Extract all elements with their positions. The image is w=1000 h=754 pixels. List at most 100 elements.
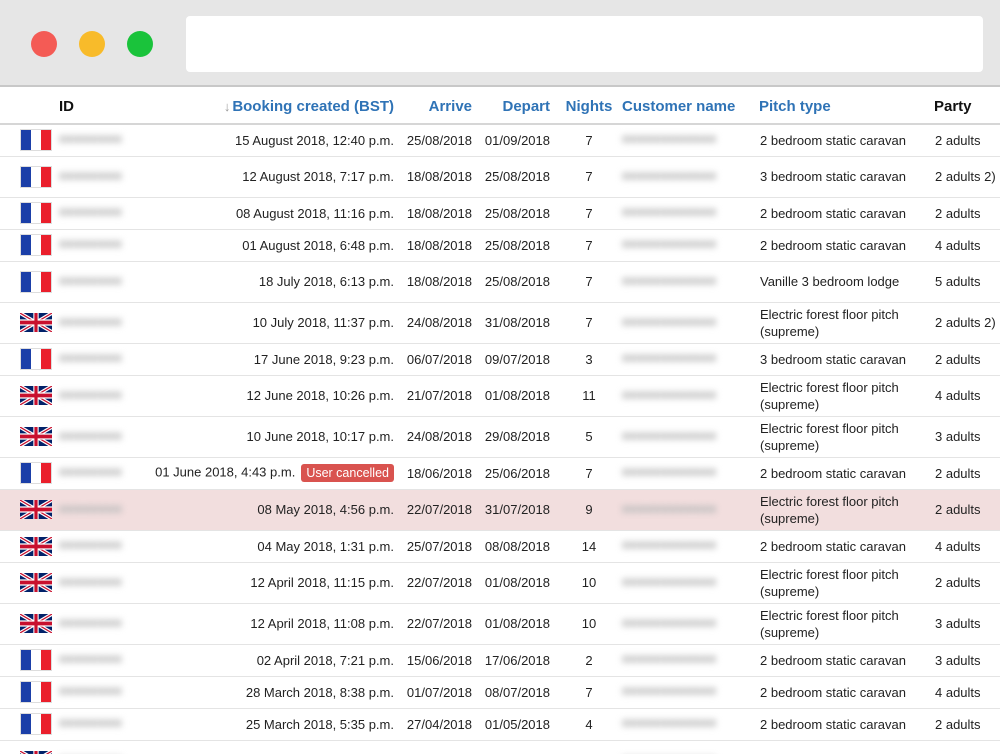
redacted-booking-id[interactable]: ■■■■■■■■ bbox=[59, 350, 122, 365]
redacted-customer-name[interactable]: ■■■■■■■■■■■■ bbox=[622, 651, 716, 666]
table-row[interactable]: ■■■■■■■■ 12 April 2018, 11:08 p.m. 22/07/2… bbox=[0, 603, 1000, 645]
customer-name-cell[interactable]: ■■■■■■■■■■■■ bbox=[620, 197, 757, 230]
booking-id-cell[interactable]: ■■■■■■■■ bbox=[57, 676, 144, 709]
redacted-customer-name[interactable]: ■■■■■■■■■■■■ bbox=[622, 428, 716, 443]
redacted-customer-name[interactable]: ■■■■■■■■■■■■ bbox=[622, 387, 716, 402]
booking-id-cell[interactable]: ■■■■■■■■ bbox=[57, 603, 144, 645]
customer-name-cell[interactable]: ■■■■■■■■■■■■ bbox=[620, 156, 757, 198]
depart-column-header[interactable]: Depart bbox=[480, 89, 558, 125]
redacted-booking-id[interactable]: ■■■■■■■■ bbox=[59, 168, 122, 183]
table-row[interactable]: ■■■■■■■■ 12 April 2018, 11:15 p.m. 22/07/2… bbox=[0, 562, 1000, 604]
table-row[interactable]: ■■■■■■■■ 04 May 2018, 1:31 p.m. 25/07/2018… bbox=[0, 530, 1000, 563]
redacted-booking-id[interactable]: ■■■■■■■■ bbox=[59, 428, 122, 443]
customer-name-cell[interactable]: ■■■■■■■■■■■■ bbox=[620, 261, 757, 303]
redacted-booking-id[interactable]: ■■■■■■■■ bbox=[59, 131, 122, 146]
redacted-booking-id[interactable]: ■■■■■■■■ bbox=[59, 236, 122, 251]
customer-name-cell[interactable]: ■■■■■■■■■■■■ bbox=[620, 457, 757, 490]
booking-id-cell[interactable]: ■■■■■■■■ bbox=[57, 416, 144, 458]
table-row[interactable]: ■■■■■■■■■■■■■■■■■■■■Electric forest floo… bbox=[0, 740, 1000, 754]
redacted-customer-name[interactable]: ■■■■■■■■■■■■ bbox=[622, 314, 716, 329]
customer-name-column-header[interactable]: Customer name bbox=[620, 89, 757, 125]
redacted-booking-id[interactable]: ■■■■■■■■ bbox=[59, 273, 122, 288]
customer-name-cell[interactable]: ■■■■■■■■■■■■ bbox=[620, 375, 757, 417]
customer-name-cell[interactable]: ■■■■■■■■■■■■ bbox=[620, 562, 757, 604]
customer-name-cell[interactable]: ■■■■■■■■■■■■ bbox=[620, 302, 757, 344]
booking-id-cell[interactable]: ■■■■■■■■ bbox=[57, 562, 144, 604]
booking-created-column-header[interactable]: ↓ Booking created (BST) bbox=[144, 89, 402, 125]
maximize-window-button[interactable] bbox=[127, 31, 153, 57]
redacted-booking-id[interactable]: ■■■■■■■■ bbox=[59, 314, 122, 329]
booking-id-cell[interactable]: ■■■■■■■■ bbox=[57, 124, 144, 157]
redacted-customer-name[interactable]: ■■■■■■■■■■■■ bbox=[622, 574, 716, 589]
booking-id-cell[interactable]: ■■■■■■■■ bbox=[57, 197, 144, 230]
arrive-column-header[interactable]: Arrive bbox=[402, 89, 480, 125]
table-row[interactable]: ■■■■■■■■ 10 July 2018, 11:37 p.m. 24/08/20… bbox=[0, 302, 1000, 344]
booking-id-cell[interactable]: ■■■■■■■■ bbox=[57, 457, 144, 490]
table-row[interactable]: ■■■■■■■■ 18 July 2018, 6:13 p.m. 18/08/201… bbox=[0, 261, 1000, 303]
address-bar[interactable] bbox=[186, 16, 983, 72]
close-window-button[interactable] bbox=[31, 31, 57, 57]
table-row[interactable]: ■■■■■■■■ 10 June 2018, 10:17 p.m. 24/08/20… bbox=[0, 416, 1000, 458]
customer-name-cell[interactable]: ■■■■■■■■■■■■ bbox=[620, 644, 757, 677]
table-row[interactable]: ■■■■■■■■ 01 August 2018, 6:48 p.m. 18/08/2… bbox=[0, 229, 1000, 262]
customer-name-cell[interactable]: ■■■■■■■■■■■■ bbox=[620, 489, 757, 531]
booking-id-cell[interactable]: ■■■■■■■■ bbox=[57, 343, 144, 376]
booking-id-cell[interactable]: ■■■■■■■■ bbox=[57, 156, 144, 198]
booking-created-header-label[interactable]: Booking created (BST) bbox=[232, 98, 394, 115]
table-row[interactable]: ■■■■■■■■ 01 June 2018, 4:43 p.m. User canc… bbox=[0, 457, 1000, 490]
redacted-customer-name[interactable]: ■■■■■■■■■■■■ bbox=[622, 131, 716, 146]
customer-name-cell[interactable]: ■■■■■■■■■■■■ bbox=[620, 740, 757, 754]
redacted-customer-name[interactable]: ■■■■■■■■■■■■ bbox=[622, 537, 716, 552]
redacted-booking-id[interactable]: ■■■■■■■■ bbox=[59, 501, 122, 516]
booking-id-cell[interactable]: ■■■■■■■■ bbox=[57, 261, 144, 303]
minimize-window-button[interactable] bbox=[79, 31, 105, 57]
table-row[interactable]: ■■■■■■■■ 08 August 2018, 11:16 p.m. 18/08/… bbox=[0, 197, 1000, 230]
customer-name-cell[interactable]: ■■■■■■■■■■■■ bbox=[620, 124, 757, 157]
redacted-customer-name[interactable]: ■■■■■■■■■■■■ bbox=[622, 501, 716, 516]
table-row[interactable]: ■■■■■■■■ 12 June 2018, 10:26 p.m. 21/07/20… bbox=[0, 375, 1000, 417]
customer-name-cell[interactable]: ■■■■■■■■■■■■ bbox=[620, 530, 757, 563]
redacted-booking-id[interactable]: ■■■■■■■■ bbox=[59, 651, 122, 666]
redacted-booking-id[interactable]: ■■■■■■■■ bbox=[59, 683, 122, 698]
booking-id-cell[interactable]: ■■■■■■■■ bbox=[57, 644, 144, 677]
booking-id-cell[interactable]: ■■■■■■■■ bbox=[57, 489, 144, 531]
table-row[interactable]: ■■■■■■■■ 15 August 2018, 12:40 p.m. 25/08/… bbox=[0, 124, 1000, 157]
redacted-booking-id[interactable]: ■■■■■■■■ bbox=[59, 537, 122, 552]
booking-id-cell[interactable]: ■■■■■■■■ bbox=[57, 530, 144, 563]
booking-id-cell[interactable]: ■■■■■■■■ bbox=[57, 740, 144, 754]
redacted-booking-id[interactable]: ■■■■■■■■ bbox=[59, 387, 122, 402]
customer-name-cell[interactable]: ■■■■■■■■■■■■ bbox=[620, 676, 757, 709]
nights-column-header[interactable]: Nights bbox=[558, 89, 620, 125]
booking-id-cell[interactable]: ■■■■■■■■ bbox=[57, 302, 144, 344]
redacted-customer-name[interactable]: ■■■■■■■■■■■■ bbox=[622, 464, 716, 479]
redacted-booking-id[interactable]: ■■■■■■■■ bbox=[59, 615, 122, 630]
customer-name-cell[interactable]: ■■■■■■■■■■■■ bbox=[620, 229, 757, 262]
redacted-customer-name[interactable]: ■■■■■■■■■■■■ bbox=[622, 615, 716, 630]
table-row[interactable]: ■■■■■■■■ 25 March 2018, 5:35 p.m. 27/04/20… bbox=[0, 708, 1000, 741]
customer-name-cell[interactable]: ■■■■■■■■■■■■ bbox=[620, 416, 757, 458]
redacted-booking-id[interactable]: ■■■■■■■■ bbox=[59, 715, 122, 730]
redacted-customer-name[interactable]: ■■■■■■■■■■■■ bbox=[622, 273, 716, 288]
redacted-customer-name[interactable]: ■■■■■■■■■■■■ bbox=[622, 683, 716, 698]
booking-id-cell[interactable]: ■■■■■■■■ bbox=[57, 229, 144, 262]
redacted-booking-id[interactable]: ■■■■■■■■ bbox=[59, 464, 122, 479]
customer-name-cell[interactable]: ■■■■■■■■■■■■ bbox=[620, 603, 757, 645]
table-row[interactable]: ■■■■■■■■ 02 April 2018, 7:21 p.m. 15/06/20… bbox=[0, 644, 1000, 677]
booking-id-cell[interactable]: ■■■■■■■■ bbox=[57, 375, 144, 417]
nights-cell: 7 bbox=[558, 156, 620, 198]
redacted-customer-name[interactable]: ■■■■■■■■■■■■ bbox=[622, 715, 716, 730]
redacted-booking-id[interactable]: ■■■■■■■■ bbox=[59, 574, 122, 589]
booking-id-cell[interactable]: ■■■■■■■■ bbox=[57, 708, 144, 741]
redacted-customer-name[interactable]: ■■■■■■■■■■■■ bbox=[622, 168, 716, 183]
table-row[interactable]: ■■■■■■■■ 12 August 2018, 7:17 p.m. 18/08/2… bbox=[0, 156, 1000, 198]
customer-name-cell[interactable]: ■■■■■■■■■■■■ bbox=[620, 343, 757, 376]
table-row[interactable]: ■■■■■■■■ 17 June 2018, 9:23 p.m. 06/07/201… bbox=[0, 343, 1000, 376]
redacted-booking-id[interactable]: ■■■■■■■■ bbox=[59, 204, 122, 219]
redacted-customer-name[interactable]: ■■■■■■■■■■■■ bbox=[622, 236, 716, 251]
redacted-customer-name[interactable]: ■■■■■■■■■■■■ bbox=[622, 350, 716, 365]
table-row[interactable]: ■■■■■■■■ 08 May 2018, 4:56 p.m. 22/07/2018… bbox=[0, 489, 1000, 531]
pitch-type-column-header[interactable]: Pitch type bbox=[757, 89, 932, 125]
customer-name-cell[interactable]: ■■■■■■■■■■■■ bbox=[620, 708, 757, 741]
redacted-customer-name[interactable]: ■■■■■■■■■■■■ bbox=[622, 204, 716, 219]
table-row[interactable]: ■■■■■■■■ 28 March 2018, 8:38 p.m. 01/07/20… bbox=[0, 676, 1000, 709]
